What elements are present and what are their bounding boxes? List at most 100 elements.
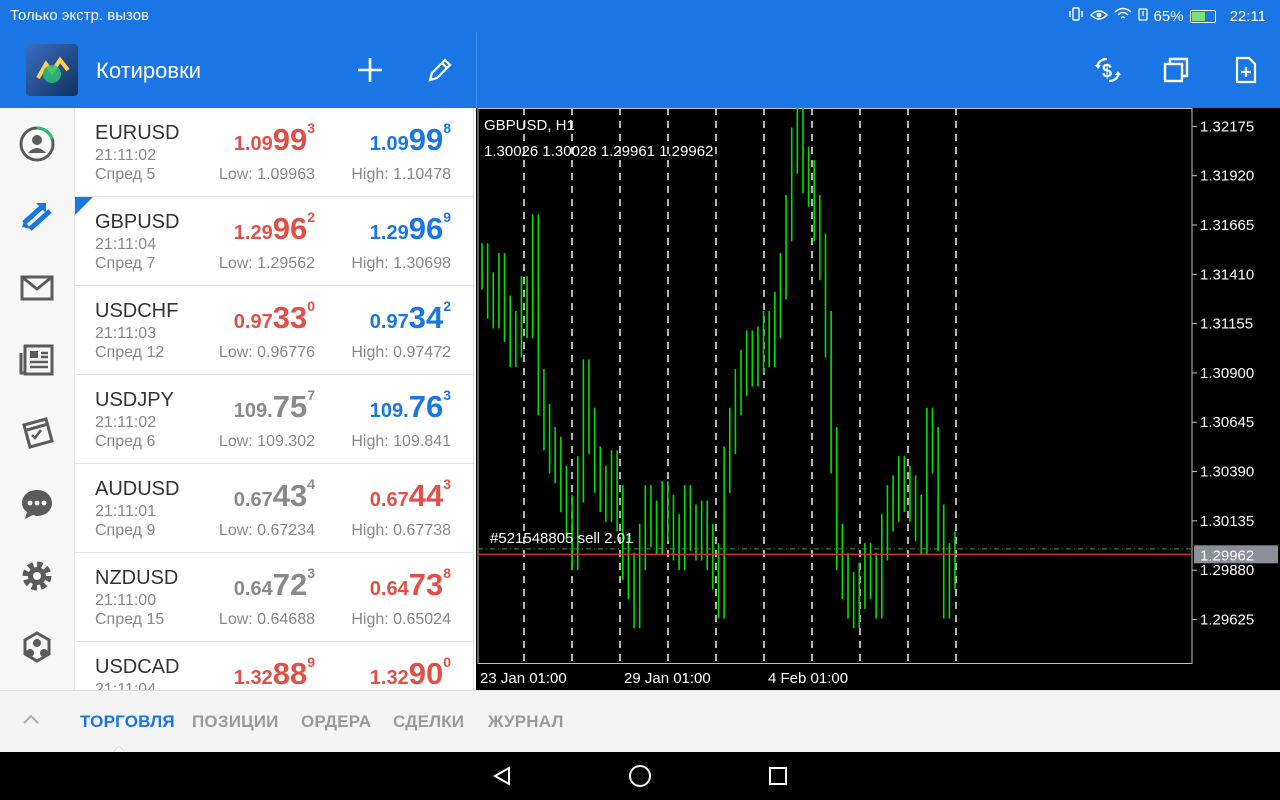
bid-price-small: 0.64 (233, 578, 273, 600)
ask-price[interactable]: 1.32900 (369, 654, 451, 690)
tab-orders[interactable]: ОРДЕРА (301, 712, 371, 732)
ask-price-big: 73 (408, 567, 444, 602)
y-tick-label: 1.29625 (1200, 611, 1254, 628)
bid-price[interactable]: 1.29962 (234, 209, 315, 247)
ask-price-small: 1.32 (369, 667, 409, 689)
y-tick-label: 1.31665 (1200, 217, 1254, 234)
bid-price-sup: 0 (307, 298, 315, 314)
quote-row[interactable]: USDCHF 21:11:03 Спред 12 0.97330 0.97342 Low:… (75, 286, 473, 375)
ask-price-sup: 3 (443, 387, 451, 403)
order-label: #521548805 sell 2.01 (490, 530, 633, 547)
chevron-up-icon[interactable] (22, 713, 40, 725)
ask-price-sup: 8 (443, 120, 451, 136)
battery-level (1191, 11, 1206, 21)
nav-recents-button[interactable] (766, 764, 790, 788)
quote-low: Low: 109.302 (218, 433, 315, 450)
quote-high: High: 0.97472 (351, 344, 451, 361)
ask-price[interactable]: 109.763 (370, 387, 451, 425)
quote-row[interactable]: EURUSD 21:11:02 Спред 5 1.09993 1.09998 Low: … (75, 108, 473, 197)
ask-price-big: 44 (408, 478, 444, 513)
app-logo[interactable] (26, 44, 78, 96)
quote-low: Low: 1.09963 (218, 166, 315, 183)
sidebar-item-mail[interactable] (0, 252, 74, 324)
bid-price[interactable]: 0.97330 (234, 298, 315, 336)
quote-symbol: USDCHF (95, 300, 179, 322)
sidebar-item-community[interactable] (0, 612, 74, 684)
bid-price[interactable]: 1.09993 (234, 120, 315, 158)
trade-button[interactable]: $ (1088, 50, 1128, 90)
quote-row[interactable]: USDCAD 21:11:04 1.32889 1.32900 (75, 642, 473, 690)
ask-price-small: 0.64 (369, 578, 409, 600)
ask-price[interactable]: 0.67443 (370, 476, 451, 514)
ask-price-big: 90 (408, 656, 444, 690)
quote-row[interactable]: NZDUSD 21:11:00 Спред 15 0.64723 0.64738 Low:… (75, 553, 473, 642)
bid-price[interactable]: 0.64723 (233, 565, 315, 603)
status-left-text: Только экстр. вызов (10, 7, 150, 24)
y-tick-label: 1.30900 (1200, 365, 1254, 382)
settings-icon (22, 561, 52, 591)
quote-time: 21:11:04 (95, 681, 157, 690)
y-tick-label: 1.30645 (1200, 414, 1254, 431)
tab-deals[interactable]: СДЕЛКИ (393, 712, 464, 732)
price-chart[interactable]: 1.32175 1.31920 1.31665 1.31410 1.31155 1.309… (476, 108, 1280, 690)
bid-price[interactable]: 0.67434 (233, 476, 315, 514)
ask-price-sup: 0 (443, 654, 451, 670)
sidebar-item-calendar[interactable] (0, 396, 74, 468)
y-tick-label: 1.31920 (1200, 168, 1254, 185)
ask-price[interactable]: 0.97342 (370, 298, 451, 336)
quote-row[interactable]: GBPUSD 21:11:04 Спред 7 1.29962 1.29969 Low: … (75, 197, 473, 286)
sidebar-item-settings[interactable] (0, 540, 74, 612)
battery-percent: 65% (1153, 7, 1184, 25)
bottom-tab-bar: ТОРГОВЛЯ ПОЗИЦИИ ОРДЕРА СДЕЛКИ ЖУРНАЛ (0, 690, 1280, 753)
y-tick-label: 1.30390 (1200, 464, 1254, 481)
quote-spread: Спред 9 (95, 522, 156, 539)
status-right: 65% 22:11 (1068, 7, 1266, 25)
tab-positions[interactable]: ПОЗИЦИИ (192, 712, 279, 732)
x-tick-label: 29 Jan 01:00 (624, 670, 711, 687)
bid-price-small: 0.67 (233, 489, 273, 511)
bid-price-sup: 7 (307, 387, 315, 403)
bid-price-big: 88 (272, 656, 308, 690)
wifi-icon (1114, 7, 1132, 25)
nav-back-button[interactable] (490, 764, 514, 788)
bid-price-big: 96 (272, 211, 308, 246)
tab-trading[interactable]: ТОРГОВЛЯ (80, 712, 175, 732)
add-symbol-button[interactable] (350, 50, 390, 90)
bid-price[interactable]: 109.757 (234, 387, 315, 425)
plot-frame (477, 108, 1193, 664)
ask-price[interactable]: 1.09998 (370, 120, 451, 158)
quote-symbol: EURUSD (95, 122, 180, 144)
bid-price-sup: 3 (307, 565, 315, 581)
y-tick-label: 1.29880 (1200, 562, 1254, 579)
bid-price-sup: 9 (307, 654, 315, 670)
quote-time: 21:11:00 (95, 592, 157, 609)
sidebar-item-trade[interactable] (0, 180, 74, 252)
y-tick-label: 1.31410 (1200, 266, 1254, 283)
quote-row[interactable]: USDJPY 21:11:02 Спред 6 109.757 109.763 Low: … (75, 375, 473, 464)
bid-price[interactable]: 1.32889 (234, 654, 315, 690)
y-tick-label: 1.31155 (1200, 316, 1253, 333)
quote-spread: Спред 7 (95, 255, 156, 272)
chart-area[interactable]: 1.32175 1.31920 1.31665 1.31410 1.31155 1.309… (476, 108, 1280, 690)
sidebar (0, 108, 75, 690)
mail-icon (20, 275, 54, 301)
ask-price[interactable]: 1.29969 (370, 209, 451, 247)
quote-symbol: NZDUSD (95, 567, 179, 589)
ask-price-big: 96 (408, 211, 444, 246)
quote-row[interactable]: AUDUSD 21:11:01 Спред 9 0.67434 0.67443 Low: … (75, 464, 473, 553)
bid-price-sup: 3 (307, 120, 315, 136)
windows-button[interactable] (1156, 50, 1196, 90)
add-icon (358, 58, 382, 82)
nav-home-button[interactable] (628, 764, 652, 788)
sidebar-item-chat[interactable] (0, 468, 74, 540)
tab-journal[interactable]: ЖУРНАЛ (488, 712, 564, 732)
clock: 22:11 (1229, 7, 1266, 25)
app-bar-divider (476, 32, 477, 108)
sidebar-item-account[interactable] (0, 108, 74, 180)
ask-price[interactable]: 0.64738 (369, 565, 451, 603)
ask-price-big: 99 (408, 122, 444, 157)
sidebar-item-news[interactable] (0, 324, 74, 396)
x-tick-label: 4 Feb 01:00 (768, 670, 848, 687)
new-order-button[interactable] (1226, 50, 1266, 90)
edit-button[interactable] (420, 50, 460, 90)
